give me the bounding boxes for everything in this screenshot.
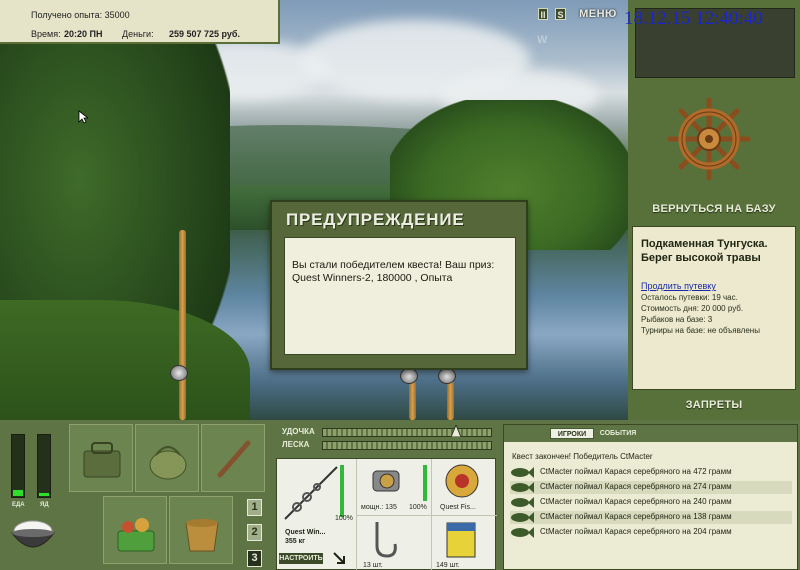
line-slot[interactable]: Quest Fis... <box>432 459 497 515</box>
sound-button[interactable]: S <box>555 8 566 20</box>
anglers-count: Рыбаков на базе: 3 <box>641 315 713 324</box>
event-text: CtMacter поймал Карася серебряного на 24… <box>540 497 732 506</box>
bait-count: 149 шт. <box>436 562 460 569</box>
event-text: CtMacter поймал Карася серебряного на 20… <box>540 527 732 536</box>
warning-dialog[interactable]: ПРЕДУПРЕЖДЕНИЕ Вы стали победителем квес… <box>270 200 528 370</box>
arrow-icon <box>333 552 345 564</box>
reel-icon <box>170 365 188 381</box>
money-label: Деньги: <box>122 29 154 39</box>
location-info-box: Подкаменная Тунгуска. Берег высокой трав… <box>632 226 796 390</box>
reel-percent: 100% <box>409 504 427 511</box>
watermark-logo: W <box>537 34 548 46</box>
inventory-slot-float[interactable] <box>201 424 265 492</box>
inventory-page-3[interactable]: 3 <box>247 550 262 567</box>
line-label: ЛЕСКА <box>282 440 310 449</box>
reel-slot[interactable]: мощн.: 135 100% <box>357 459 432 515</box>
tab-players[interactable]: ИГРОКИ <box>550 428 594 439</box>
line-name: Quest Fis... <box>440 504 476 511</box>
time-value: 20:20 ПН <box>64 29 103 39</box>
day-cost: Стоимость дня: 20 000 руб. <box>641 304 744 313</box>
food-bar-fill <box>13 489 23 496</box>
inventory-slot-tackle-box[interactable] <box>69 424 133 492</box>
ship-wheel-icon[interactable] <box>666 96 752 182</box>
rod-name: Quest Win... <box>285 529 326 536</box>
tension-marker-icon <box>451 425 461 437</box>
reel-icon <box>438 368 456 384</box>
fish-icon <box>511 482 534 493</box>
money-value: 259 507 725 руб. <box>169 29 240 39</box>
list-item: CtMacter поймал Карася серебряного на 24… <box>510 496 792 509</box>
location-title: Подкаменная Тунгуска. Берег высокой трав… <box>641 238 768 264</box>
hook-slot[interactable]: 13 шт. <box>357 515 432 570</box>
bait-pack-icon <box>446 522 476 558</box>
fish-icon <box>511 497 534 508</box>
food-basket-icon <box>117 518 155 552</box>
inventory-slot-bag[interactable] <box>135 424 199 492</box>
list-item: CtMacter поймал Карася серебряного на 27… <box>510 481 792 494</box>
bait-slot[interactable]: 149 шт. <box>432 515 497 570</box>
quest-finished-line: Квест закончен! Победитель CtMacter <box>512 452 653 461</box>
food-bowl-icon[interactable] <box>8 517 58 553</box>
fish-icon <box>511 527 534 538</box>
rod-durability-bar <box>340 465 344 517</box>
tackle-box-icon <box>83 442 121 478</box>
permit-remaining: Осталось путевки: 19 час. <box>641 293 738 302</box>
bucket-icon <box>185 519 219 552</box>
inventory-page-1[interactable]: 1 <box>247 499 262 516</box>
reel-durability-bar <box>423 465 427 501</box>
dialog-title: ПРЕДУПРЕЖДЕНИЕ <box>286 210 465 229</box>
reel-icon <box>372 470 400 492</box>
events-panel: ИГРОКИ СОБЫТИЯ Квест закончен! Победител… <box>503 424 798 570</box>
reel-durability-fill <box>423 465 427 501</box>
rod-percent: 100% <box>335 515 353 522</box>
list-item: CtMacter поймал Карася серебряного на 20… <box>510 526 792 539</box>
float-icon <box>217 440 251 478</box>
return-to-base-button[interactable]: ВЕРНУТЬСЯ НА БАЗУ <box>634 203 794 217</box>
events-tabs: ИГРОКИ СОБЫТИЯ <box>504 425 797 442</box>
food-label: ЕДА <box>12 502 25 508</box>
hooks-count: 13 шт. <box>363 562 383 569</box>
clock-overlay: 18.12.15 12:40:40 <box>624 8 763 29</box>
dialog-message-box: Вы стали победителем квеста! Ваш приз: Q… <box>284 237 516 355</box>
poison-label: ЯД <box>40 502 49 508</box>
setup-button[interactable]: НАСТРОИТЬ <box>279 553 323 564</box>
poison-bar-fill <box>39 492 49 496</box>
fish-icon <box>511 512 534 523</box>
tab-events[interactable]: СОБЫТИЯ <box>598 428 638 439</box>
player-info-box: Получено опыта: 35000 Время: 20:20 ПН Де… <box>0 0 280 44</box>
rod-durability-fill <box>340 465 344 517</box>
bans-button[interactable]: ЗАПРЕТЫ <box>634 399 794 413</box>
inventory-page-2[interactable]: 2 <box>247 524 262 541</box>
reel-power: мощн.: 135 <box>361 504 397 511</box>
hook-icon <box>375 522 397 558</box>
pause-button[interactable]: II <box>538 8 548 20</box>
rod-label: УДОЧКА <box>282 427 315 436</box>
list-item: CtMacter поймал Карася серебряного на 47… <box>510 466 792 479</box>
event-text: CtMacter поймал Карася серебряного на 47… <box>540 467 732 476</box>
list-item: CtMacter поймал Карася серебряного на 13… <box>510 511 792 524</box>
event-text: CtMacter поймал Карася серебряного на 13… <box>540 512 732 521</box>
rod-weight: 355 кг <box>285 538 306 545</box>
poison-bar <box>37 434 51 498</box>
rod-tension-track <box>322 428 492 437</box>
bag-icon <box>149 446 187 480</box>
exp-line: Получено опыта: 35000 <box>31 10 130 20</box>
rod-icon <box>284 466 338 520</box>
fishing-rod-1[interactable] <box>179 230 186 420</box>
menu-button[interactable]: МЕНЮ <box>577 8 619 20</box>
reel-icon <box>400 368 418 384</box>
fish-icon <box>511 467 534 478</box>
mouse-cursor-icon <box>78 110 88 124</box>
fishing-line-spool-icon <box>445 464 479 498</box>
event-text: CtMacter поймал Карася серебряного на 27… <box>540 482 732 491</box>
food-bar <box>11 434 25 498</box>
extend-permit-link[interactable]: Продлить путевку <box>641 281 716 291</box>
inventory-slot-food-basket[interactable] <box>103 496 167 564</box>
tournaments-status: Турниры на базе: не объявлены <box>641 326 760 335</box>
dialog-message: Вы стали победителем квеста! Ваш приз: Q… <box>292 259 495 284</box>
time-label: Время: <box>31 29 61 39</box>
inventory-slot-bucket[interactable] <box>169 496 233 564</box>
line-tension-track <box>322 441 492 450</box>
